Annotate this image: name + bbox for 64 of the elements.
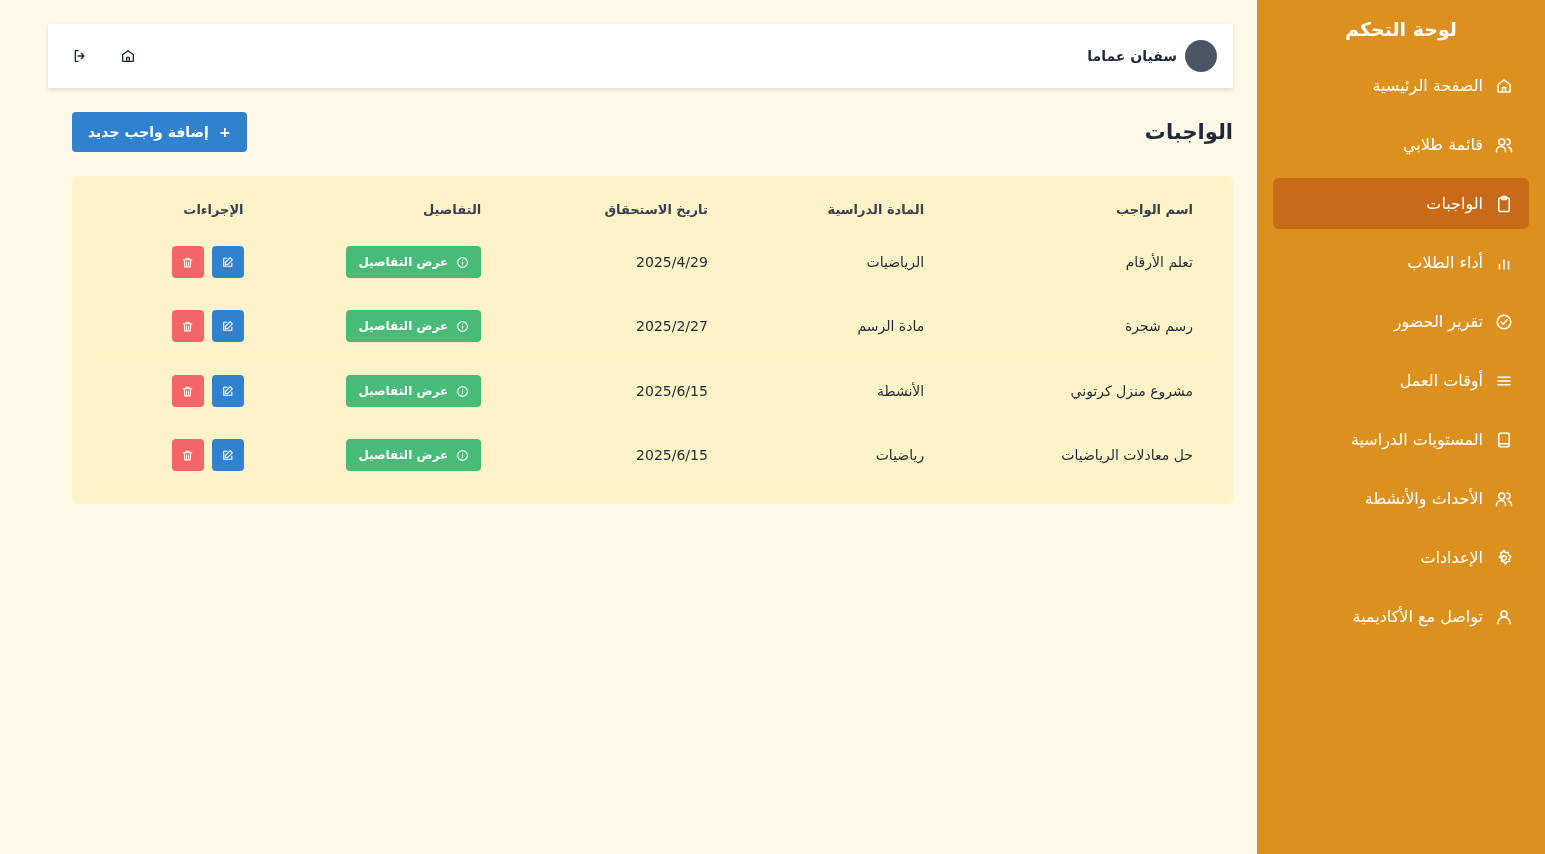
edit-button[interactable] [211,375,244,407]
edit-button[interactable] [211,246,244,278]
trash-icon [181,319,195,333]
users-icon [1495,489,1513,508]
sidebar-item[interactable]: أوقات العمل [1273,355,1529,406]
sidebar-item[interactable]: تواصل مع الأكاديمية [1273,591,1529,642]
delete-button[interactable] [171,439,204,471]
table-cell: 2025/6/15 [505,423,732,488]
table-cell: مشروع منزل كرتوني [948,358,1217,423]
table-cell: رياضيات [731,423,949,488]
table-cell: 2025/2/27 [505,294,732,359]
column-header: تاريخ الاستحقاق [505,192,732,230]
page-title: الواجبات [1144,120,1233,144]
sidebar-title: لوحة التحكم [1344,17,1458,43]
trash-icon [181,384,195,398]
users-icon [1495,135,1513,154]
edit-icon [221,448,235,462]
edit-icon [221,384,235,398]
check-circle-icon [1495,312,1513,331]
info-icon [456,255,470,269]
info-icon [456,319,470,333]
book-icon [1495,430,1513,449]
sidebar-item[interactable]: قائمة طلابي [1273,119,1529,170]
info-icon [456,384,470,398]
user-name: سفيان عماما [1087,48,1177,64]
table-cell: تعلم الأرقام [948,229,1217,294]
table-cell: 2025/6/15 [505,358,732,423]
clipboard-icon [1495,194,1513,213]
info-icon [456,448,470,462]
sidebar-item[interactable]: الواجبات [1273,178,1529,229]
column-header: الإجراءات [88,192,268,230]
trash-icon [181,448,195,462]
edit-button[interactable] [211,310,244,342]
home-icon [120,48,136,64]
delete-button[interactable] [171,246,204,278]
view-details-button[interactable]: عرض التفاصيل [346,310,482,342]
user-icon [1495,607,1513,626]
home-icon [1495,76,1513,95]
sidebar-item[interactable]: الأحداث والأنشطة [1273,473,1529,524]
view-details-button[interactable]: عرض التفاصيل [346,375,482,407]
table-cell: مادة الرسم [731,294,949,359]
sidebar-item[interactable]: تقرير الحضور [1273,296,1529,347]
edit-icon [221,319,235,333]
edit-icon [221,255,235,269]
avatar [1185,40,1217,72]
table-cell: رسم شجرة [948,294,1217,359]
sidebar-item[interactable]: الصفحة الرئيسية [1273,60,1529,111]
table-cell: حل معادلات الرياضيات [948,423,1217,488]
view-details-button[interactable]: عرض التفاصيل [346,246,482,278]
view-details-button[interactable]: عرض التفاصيل [346,439,482,471]
table-cell: الأنشطة [731,358,949,423]
edit-button[interactable] [211,439,244,471]
table-cell: 2025/4/29 [505,229,732,294]
trash-icon [181,255,195,269]
sidebar-item[interactable]: الإعدادات [1273,532,1529,583]
sidebar-item[interactable]: أداء الطلاب [1273,237,1529,288]
add-assignment-button[interactable]: + إضافة واجب جديد [72,112,247,152]
delete-button[interactable] [171,310,204,342]
column-header: اسم الواجب [948,192,1217,230]
table-cell: الرياضيات [731,229,949,294]
column-header: التفاصيل [267,192,506,230]
column-header: المادة الدراسية [731,192,949,230]
sidebar-item[interactable]: المستويات الدراسية [1273,414,1529,465]
delete-button[interactable] [171,375,204,407]
